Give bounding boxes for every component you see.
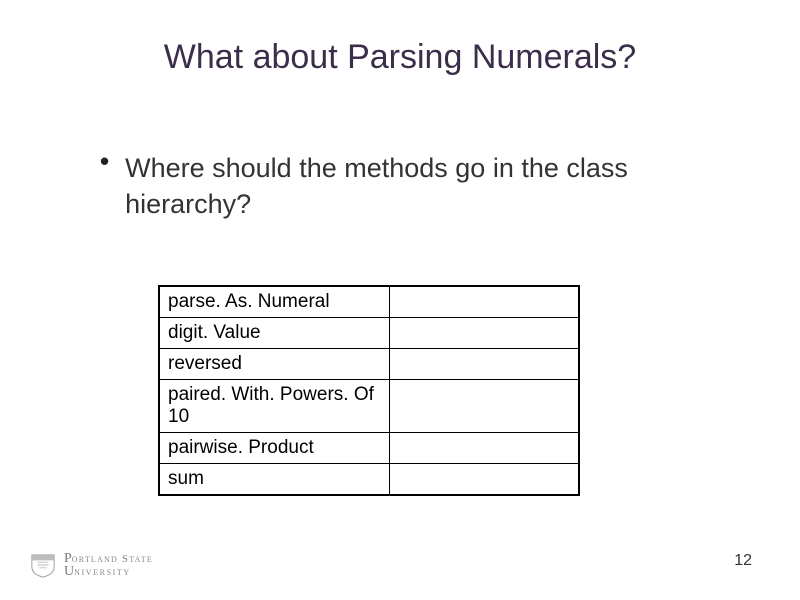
table-row: paired. With. Powers. Of 10 — [159, 380, 579, 433]
bullet-item: • Where should the methods go in the cla… — [100, 150, 700, 222]
method-name-cell: sum — [159, 464, 389, 496]
table-row: parse. As. Numeral — [159, 286, 579, 318]
table-row: sum — [159, 464, 579, 496]
university-logo: Portland State University — [28, 552, 153, 578]
shield-icon — [28, 552, 58, 578]
method-class-cell — [389, 286, 579, 318]
page-number: 12 — [734, 552, 752, 570]
logo-line-1: Portland State — [64, 552, 153, 565]
method-name-cell: parse. As. Numeral — [159, 286, 389, 318]
logo-line-2: University — [64, 565, 153, 578]
methods-table: parse. As. Numeral digit. Value reversed… — [158, 285, 580, 496]
method-name-cell: reversed — [159, 349, 389, 380]
method-class-cell — [389, 433, 579, 464]
table-row: pairwise. Product — [159, 433, 579, 464]
method-class-cell — [389, 318, 579, 349]
bullet-text: Where should the methods go in the class… — [125, 150, 700, 222]
method-name-cell: digit. Value — [159, 318, 389, 349]
table-row: reversed — [159, 349, 579, 380]
method-class-cell — [389, 464, 579, 496]
method-name-cell: paired. With. Powers. Of 10 — [159, 380, 389, 433]
logo-text: Portland State University — [64, 552, 153, 578]
method-name-cell: pairwise. Product — [159, 433, 389, 464]
method-class-cell — [389, 380, 579, 433]
method-class-cell — [389, 349, 579, 380]
bullet-dot-icon: • — [100, 148, 109, 174]
table-row: digit. Value — [159, 318, 579, 349]
slide-title: What about Parsing Numerals? — [0, 38, 800, 77]
